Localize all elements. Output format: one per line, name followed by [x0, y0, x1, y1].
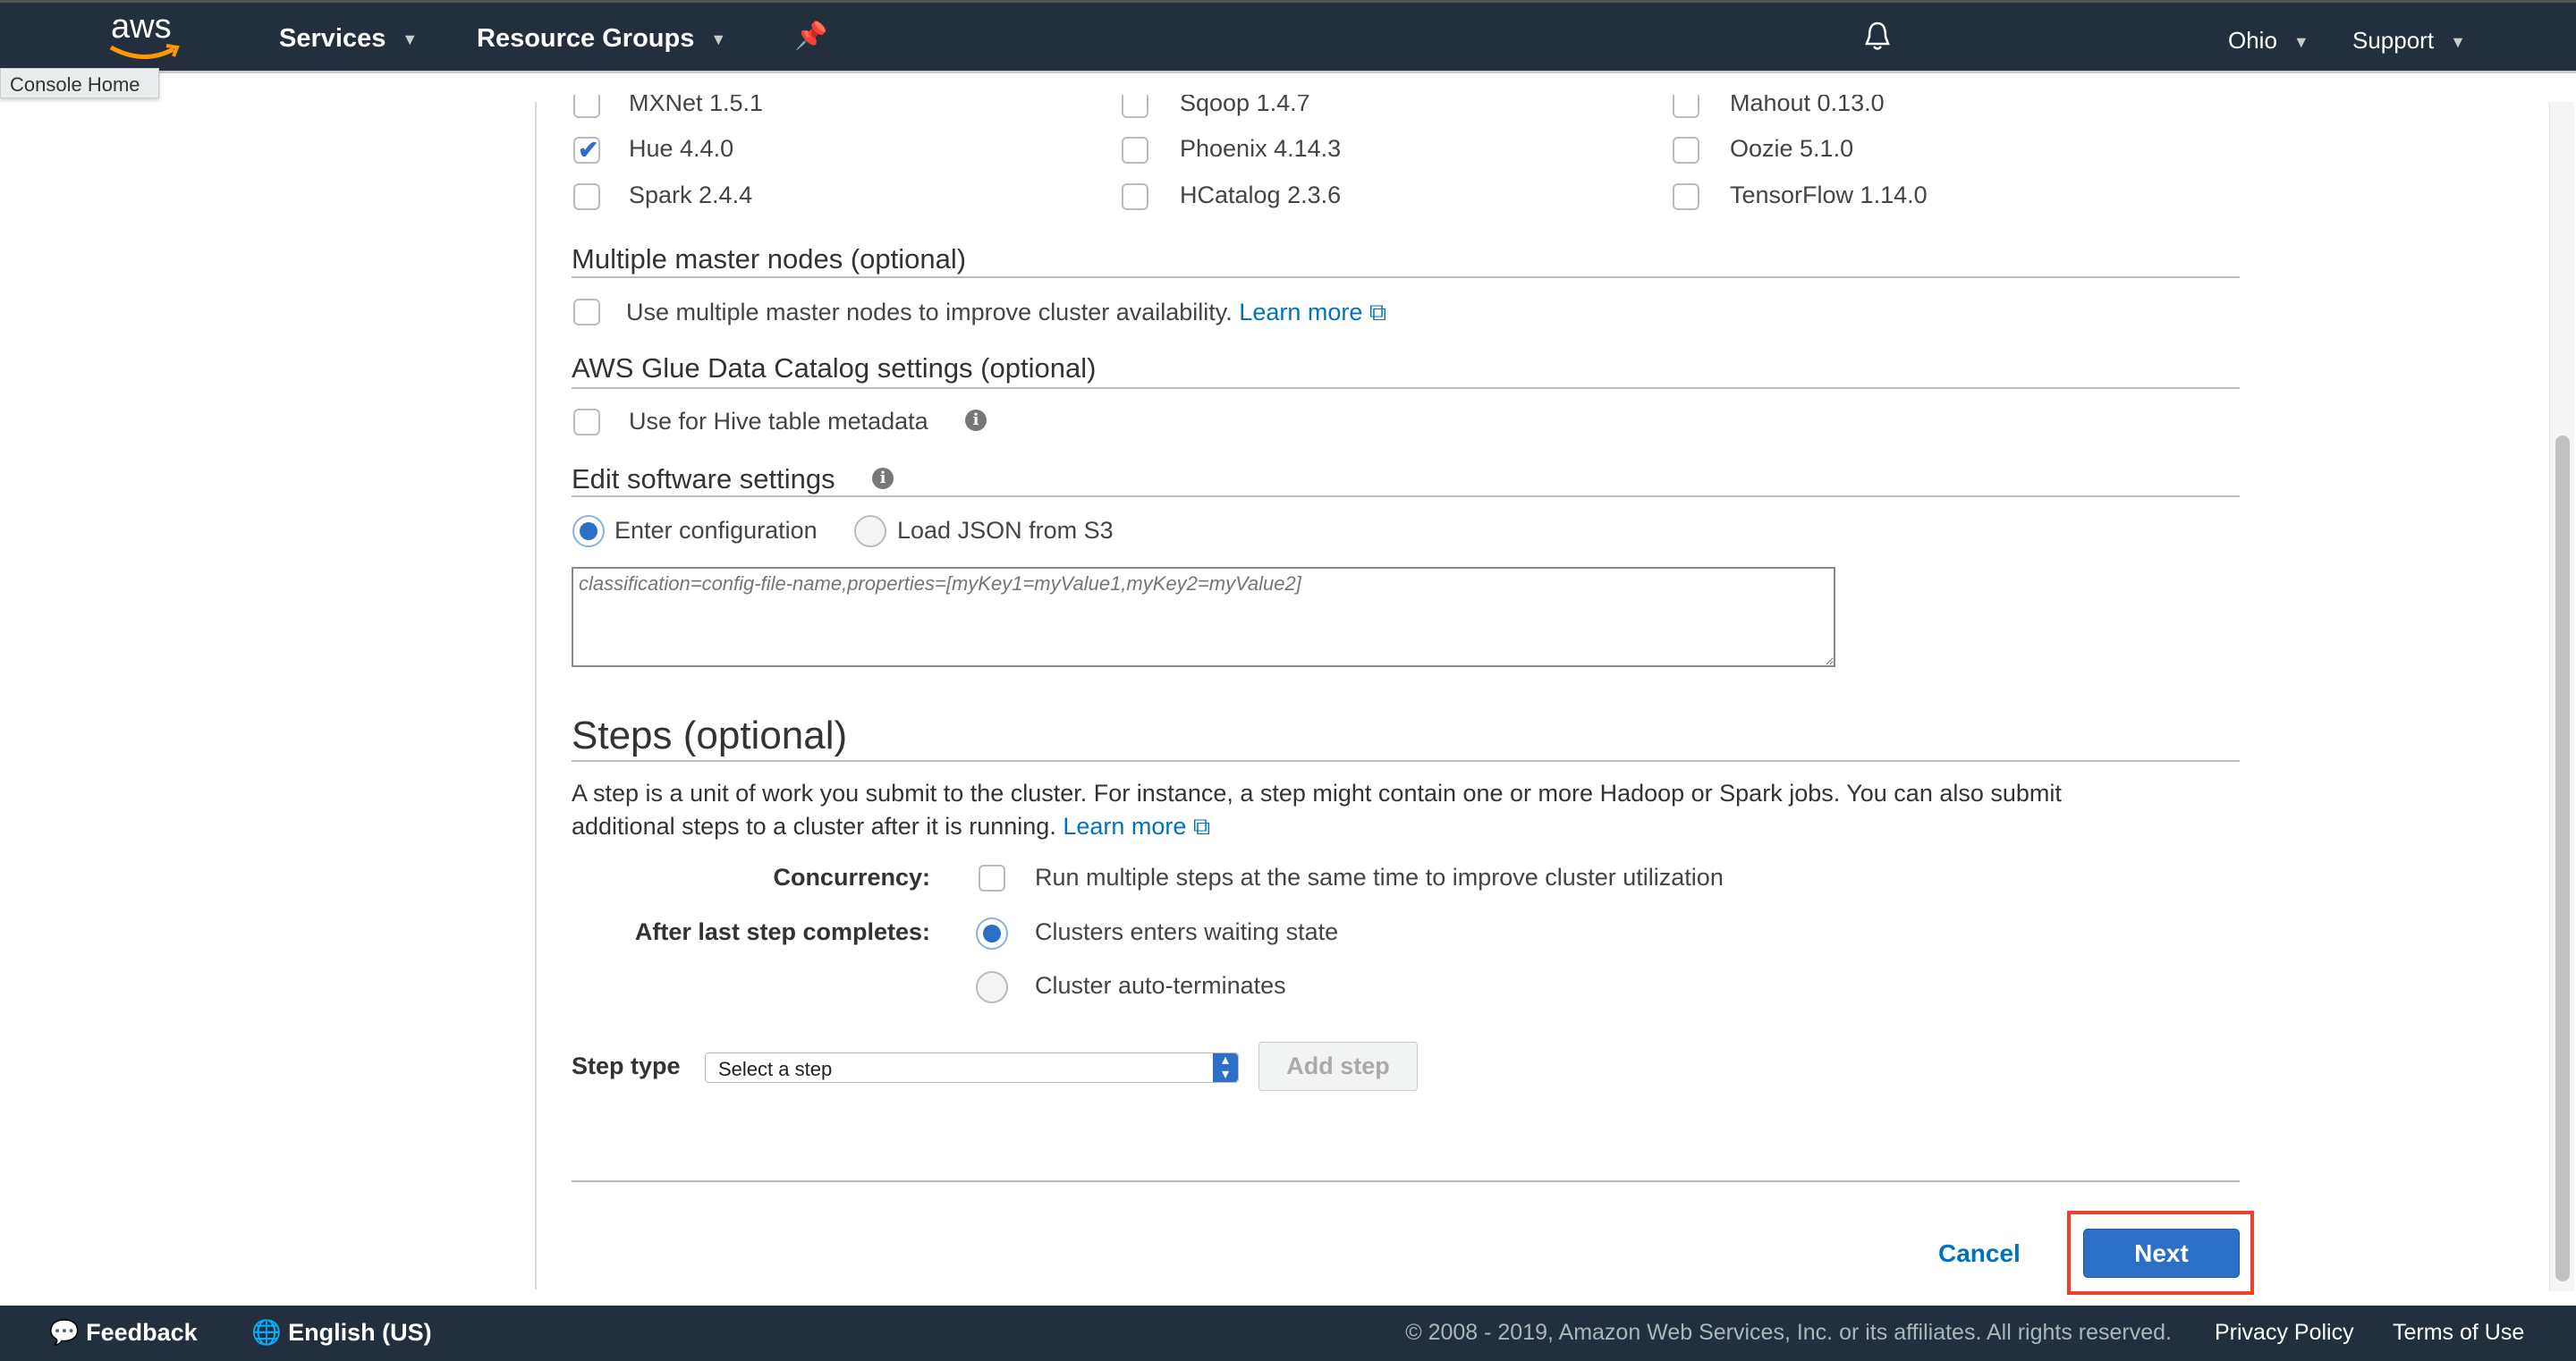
load-json-radio[interactable]	[854, 515, 886, 547]
load-json-label: Load JSON from S3	[897, 517, 1114, 544]
hive-metadata-label: Use for Hive table metadata	[629, 408, 928, 435]
chevron-down-icon: ▼	[402, 30, 419, 48]
hive-metadata-checkbox[interactable]	[573, 409, 600, 435]
add-step-button[interactable]: Add step	[1258, 1042, 1418, 1091]
app-checkbox[interactable]	[1673, 95, 1699, 118]
divider	[572, 387, 2240, 389]
app-label: TensorFlow 1.14.0	[1730, 182, 1928, 208]
sidebar-divider	[535, 102, 537, 1289]
steps-description: A step is a unit of work you submit to t…	[572, 780, 2062, 807]
globe-icon: 🌐	[251, 1319, 282, 1346]
checkmark-icon: ✔	[578, 136, 599, 164]
app-label: Phoenix 4.14.3	[1180, 135, 1342, 162]
app-checkbox[interactable]: ✔	[573, 136, 600, 164]
enter-configuration-radio[interactable]	[572, 515, 605, 547]
glue-heading: AWS Glue Data Catalog settings (optional…	[572, 352, 1097, 384]
learn-more-link[interactable]: Learn more	[1063, 813, 1186, 840]
divider	[572, 495, 2240, 497]
app-checkbox[interactable]	[1673, 183, 1699, 210]
terms-of-use-link[interactable]: Terms of Use	[2393, 1320, 2524, 1346]
concurrency-label: Concurrency:	[773, 864, 930, 891]
learn-more-link[interactable]: Learn more	[1239, 299, 1362, 325]
after-last-step-label: After last step completes:	[634, 918, 930, 945]
language-selector[interactable]: 🌐 English (US)	[251, 1318, 432, 1347]
auto-terminate-radio[interactable]	[976, 971, 1008, 1003]
app-label: MXNet 1.5.1	[629, 89, 764, 116]
external-link-icon: ⧉	[1368, 299, 1387, 325]
auto-terminate-label: Cluster auto-terminates	[1035, 972, 1286, 999]
support-menu[interactable]: Support ▼	[2352, 27, 2466, 55]
app-label: Sqoop 1.4.7	[1180, 89, 1310, 116]
privacy-policy-link[interactable]: Privacy Policy	[2215, 1320, 2354, 1346]
chevron-down-icon: ▼	[710, 30, 727, 48]
step-type-select[interactable]: Select a step ▴ ▾	[705, 1052, 1239, 1083]
console-home-tooltip: Console Home	[0, 68, 159, 98]
multi-master-label: Use multiple master nodes to improve clu…	[626, 299, 1233, 325]
enter-configuration-label: Enter configuration	[614, 517, 818, 544]
divider	[572, 760, 2240, 762]
chevron-down-icon: ▼	[2450, 32, 2466, 51]
scrollbar[interactable]	[2549, 102, 2574, 1291]
app-checkbox[interactable]	[1122, 137, 1148, 164]
app-label: Oozie 5.1.0	[1730, 135, 1854, 162]
app-label: Hue 4.4.0	[629, 135, 734, 162]
bell-icon[interactable]	[1864, 21, 1891, 57]
pin-icon[interactable]: 📌	[794, 21, 827, 52]
divider	[572, 1180, 2240, 1182]
resource-groups-menu[interactable]: Resource Groups ▼	[477, 24, 726, 54]
multi-master-checkbox[interactable]	[573, 299, 600, 325]
select-arrows-icon: ▴ ▾	[1213, 1053, 1238, 1082]
app-checkbox[interactable]	[1122, 183, 1148, 210]
app-checkbox[interactable]	[573, 183, 600, 210]
multi-master-heading: Multiple master nodes (optional)	[572, 243, 967, 275]
region-menu[interactable]: Ohio ▼	[2228, 27, 2309, 55]
speech-bubble-icon: 💬	[49, 1319, 80, 1346]
aws-logo[interactable]: aws	[107, 8, 182, 65]
app-checkbox[interactable]	[1673, 137, 1699, 164]
scrollbar-thumb[interactable]	[2555, 435, 2570, 1281]
step-type-label: Step type	[572, 1052, 681, 1079]
concurrency-checkbox[interactable]	[979, 865, 1005, 892]
concurrency-option-label: Run multiple steps at the same time to i…	[1035, 864, 1724, 891]
cancel-button[interactable]: Cancel	[1938, 1239, 2021, 1268]
waiting-state-label: Clusters enters waiting state	[1035, 918, 1339, 945]
app-checkbox[interactable]	[1122, 95, 1148, 118]
divider	[572, 276, 2240, 278]
next-button[interactable]: Next	[2083, 1229, 2240, 1278]
copyright-text: © 2008 - 2019, Amazon Web Services, Inc.…	[1405, 1320, 2172, 1345]
software-config-textarea[interactable]	[572, 567, 1835, 667]
services-menu[interactable]: Services ▼	[279, 24, 418, 54]
waiting-state-radio[interactable]	[976, 917, 1008, 950]
chevron-down-icon: ▼	[2292, 32, 2309, 51]
info-icon[interactable]: i	[965, 410, 987, 431]
feedback-button[interactable]: 💬 Feedback	[49, 1318, 198, 1347]
app-label: Spark 2.4.4	[629, 182, 753, 208]
footer: 💬 Feedback 🌐 English (US) © 2008 - 2019,…	[0, 1306, 2576, 1361]
external-link-icon: ⧉	[1192, 813, 1211, 840]
software-heading: Edit software settings	[572, 463, 835, 495]
app-checkbox[interactable]	[573, 95, 600, 118]
app-label: Mahout 0.13.0	[1730, 89, 1885, 116]
steps-heading: Steps (optional)	[572, 714, 848, 757]
app-label: HCatalog 2.3.6	[1180, 182, 1342, 208]
info-icon[interactable]: i	[872, 468, 894, 489]
top-nav-bar: aws Services ▼ Resource Groups ▼ 📌 Ohio ▼ S…	[0, 0, 2576, 73]
